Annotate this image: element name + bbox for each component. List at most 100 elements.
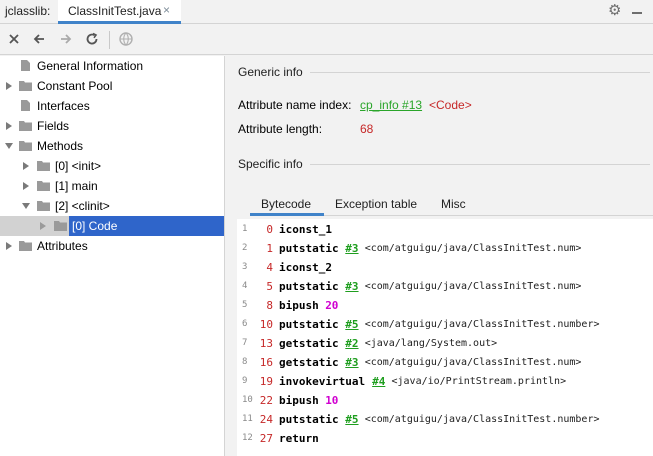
class-tree: General Information Constant Pool Interf… bbox=[0, 56, 225, 456]
web-icon[interactable] bbox=[118, 31, 134, 47]
tree-item-methods[interactable]: Methods bbox=[0, 136, 225, 156]
tree-item-fields[interactable]: Fields bbox=[0, 116, 225, 136]
bytecode-offset: 19 bbox=[259, 375, 273, 388]
back-icon[interactable] bbox=[31, 31, 47, 47]
close-icon[interactable] bbox=[6, 31, 22, 47]
chevron-down-icon[interactable] bbox=[21, 201, 31, 211]
tree-item-label: Attributes bbox=[37, 239, 88, 253]
title-bar: jclasslib: ClassInitTest.java × ⚙ bbox=[0, 0, 653, 24]
minimize-icon[interactable] bbox=[632, 4, 642, 18]
opcode: bipush bbox=[279, 394, 319, 407]
bytecode-offset: 0 bbox=[266, 223, 273, 236]
bytecode-offset: 8 bbox=[266, 299, 273, 312]
line-number: 5 bbox=[242, 300, 248, 310]
file-icon bbox=[19, 99, 32, 112]
line-number: 9 bbox=[242, 376, 248, 386]
bytecode-offset: 13 bbox=[259, 337, 273, 350]
line-number: 3 bbox=[242, 262, 248, 272]
bytecode-offset: 22 bbox=[259, 394, 273, 407]
bytecode-offset: 24 bbox=[259, 413, 273, 426]
line-number: 7 bbox=[242, 338, 248, 348]
file-icon bbox=[19, 59, 32, 72]
folder-icon bbox=[19, 79, 32, 92]
folder-icon bbox=[19, 119, 32, 132]
toolbar-divider bbox=[109, 31, 110, 49]
line-number: 4 bbox=[242, 281, 248, 291]
tree-item-label: [0] Code bbox=[69, 216, 224, 236]
folder-icon bbox=[37, 179, 50, 192]
tree-item-label: Constant Pool bbox=[37, 79, 113, 93]
tree-item-method-clinit[interactable]: [2] <clinit> bbox=[0, 196, 225, 216]
refresh-icon[interactable] bbox=[84, 31, 100, 47]
forward-icon[interactable] bbox=[58, 31, 74, 47]
reference-comment: <com/atguigu/java/ClassInitTest.number> bbox=[364, 319, 600, 330]
opcode: putstatic bbox=[279, 280, 339, 293]
tab-misc[interactable]: Misc bbox=[441, 197, 466, 211]
operand-number: 20 bbox=[325, 299, 339, 312]
chevron-right-icon[interactable] bbox=[38, 221, 48, 231]
section-divider bbox=[310, 72, 650, 73]
bytecode-row: 10 22 bipush 10 bbox=[237, 392, 653, 411]
attribute-length-value: 68 bbox=[360, 122, 374, 136]
tree-item-code[interactable]: [0] Code bbox=[0, 216, 225, 236]
opcode: getstatic bbox=[279, 337, 339, 350]
tree-item-general-information[interactable]: General Information bbox=[0, 56, 225, 76]
chevron-right-icon[interactable] bbox=[4, 81, 14, 91]
tab-label: ClassInitTest.java bbox=[68, 4, 162, 18]
folder-icon bbox=[19, 239, 32, 252]
constant-pool-link[interactable]: #3 bbox=[345, 356, 358, 369]
bytecode-offset: 5 bbox=[266, 280, 273, 293]
constant-pool-link[interactable]: #5 bbox=[345, 318, 358, 331]
cp-info-link[interactable]: cp_info #13 bbox=[360, 98, 422, 112]
gear-icon[interactable]: ⚙ bbox=[608, 3, 621, 19]
bytecode-row: 7 13 getstatic #2 <java/lang/System.out> bbox=[237, 335, 653, 354]
tree-item-interfaces[interactable]: Interfaces bbox=[0, 96, 225, 116]
reference-comment: <com/atguigu/java/ClassInitTest.num> bbox=[364, 281, 582, 292]
chevron-right-icon[interactable] bbox=[21, 181, 31, 191]
constant-pool-link[interactable]: #5 bbox=[345, 413, 358, 426]
tab-exception-table[interactable]: Exception table bbox=[335, 197, 417, 211]
bytecode-row: 9 19 invokevirtual #4 <java/io/PrintStream.p… bbox=[237, 373, 653, 392]
opcode: iconst_2 bbox=[279, 261, 332, 274]
opcode: putstatic bbox=[279, 413, 339, 426]
constant-pool-link[interactable]: #4 bbox=[372, 375, 385, 388]
attribute-name-index-label: Attribute name index: bbox=[238, 98, 352, 112]
constant-pool-link[interactable]: #2 bbox=[345, 337, 358, 350]
tree-item-label: Methods bbox=[37, 139, 84, 153]
tab-bytecode[interactable]: Bytecode bbox=[261, 197, 311, 211]
opcode: invokevirtual bbox=[279, 375, 366, 388]
generic-info-title: Generic info bbox=[238, 65, 303, 79]
chevron-right-icon[interactable] bbox=[4, 121, 14, 131]
app-label: jclasslib: bbox=[5, 4, 51, 18]
tree-item-constant-pool[interactable]: Constant Pool bbox=[0, 76, 225, 96]
bytecode-row: 4 5 putstatic #3 <com/atguigu/java/ClassInit… bbox=[237, 278, 653, 297]
folder-icon bbox=[54, 219, 67, 232]
section-divider bbox=[310, 164, 650, 165]
opcode: putstatic bbox=[279, 242, 339, 255]
reference-comment: <java/io/PrintStream.println> bbox=[391, 376, 567, 387]
constant-pool-link[interactable]: #3 bbox=[345, 242, 358, 255]
tree-item-method-init[interactable]: [0] <init> bbox=[0, 156, 225, 176]
bytecode-row: 5 8 bipush 20 bbox=[237, 297, 653, 316]
chevron-right-icon[interactable] bbox=[4, 241, 14, 251]
bytecode-offset: 16 bbox=[259, 356, 273, 369]
toolbar bbox=[0, 25, 653, 55]
tree-item-label: Interfaces bbox=[37, 99, 90, 113]
folder-icon bbox=[37, 159, 50, 172]
operand-number: 10 bbox=[325, 394, 339, 407]
constant-pool-link[interactable]: #3 bbox=[345, 280, 358, 293]
tree-item-attributes[interactable]: Attributes bbox=[0, 236, 225, 256]
line-number: 11 bbox=[242, 414, 253, 424]
tab-close-icon[interactable]: × bbox=[163, 3, 170, 17]
detail-panel: Generic info Attribute name index: cp_in… bbox=[226, 56, 653, 456]
bytecode-row: 6 10 putstatic #5 <com/atguigu/java/ClassIni… bbox=[237, 316, 653, 335]
line-number: 6 bbox=[242, 319, 248, 329]
tree-item-label: [1] main bbox=[55, 179, 98, 193]
bytecode-row: 11 24 putstatic #5 <com/atguigu/java/ClassIn… bbox=[237, 411, 653, 430]
chevron-down-icon[interactable] bbox=[4, 141, 14, 151]
tab-classinittest[interactable]: ClassInitTest.java × bbox=[58, 0, 181, 24]
folder-icon bbox=[19, 139, 32, 152]
tree-item-method-main[interactable]: [1] main bbox=[0, 176, 225, 196]
line-number: 12 bbox=[242, 433, 253, 443]
chevron-right-icon[interactable] bbox=[21, 161, 31, 171]
